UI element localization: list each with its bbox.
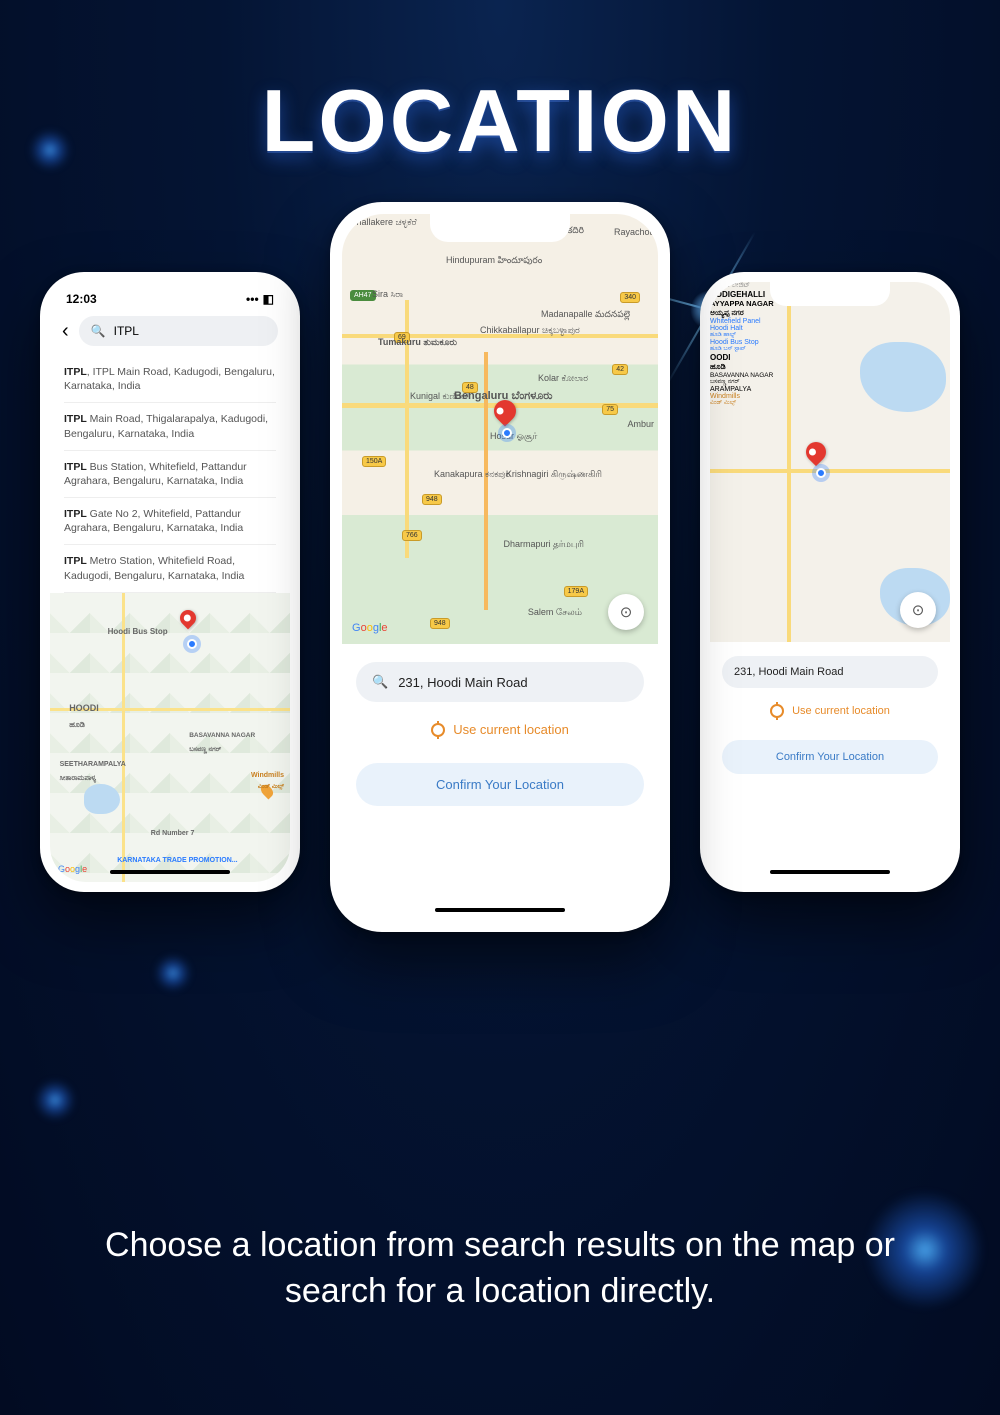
search-value: ITPL [114,324,139,338]
map-city-label: Ambur [627,420,654,430]
route-badge: 948 [430,618,450,629]
map-label: BASAVANNA NAGAR [189,732,255,739]
location-panel: 🔍 231, Hoodi Main Road Use current locat… [342,644,658,920]
search-result-item[interactable]: ITPL, ITPL Main Road, Kadugodi, Bengalur… [64,356,276,403]
search-result-item[interactable]: ITPL Metro Station, Whitefield Road, Kad… [64,545,276,592]
location-value: 231, Hoodi Main Road [734,666,843,678]
map-preview[interactable]: Hoodi Bus Stop HOODI ಹೂಡಿ SEETHARAMPALYA… [50,593,290,882]
crosshair-icon [431,723,445,737]
status-time: 12:03 [66,292,97,306]
map-city-label: Sira ಸಿರಾ [372,290,403,300]
crosshair-icon [770,704,784,718]
map-city-label: Hindupuram హిందూపురం [446,256,542,266]
map-label: KARNATAKA TRADE PROMOTION... [117,857,237,864]
phone-showcase: 12:03 •••◧ ‹ 🔍 ITPL ITPL, ITPL Main Road… [0,202,1000,982]
route-badge: 340 [620,292,640,303]
map-label: ಹೂಡಿ ಹಾಲ್ಟ್ [710,332,950,339]
google-attribution: Google [352,622,388,634]
map-city-label: Madanapalle మదనపల్లె [541,310,630,320]
map-label: ಬಸವಣ್ಣ ನಗರ್ [189,746,221,754]
map-city-label: Hosur ஓசூர் [490,432,537,442]
search-result-item[interactable]: ITPL Gate No 2, Whitefield, Pattandur Ag… [64,498,276,545]
map-city-label: Krishnagiri கிருஷ்ணகிரி [506,470,602,480]
map-city-label: Dharmapuri தர்மபுரி [504,540,585,550]
confirm-location-button[interactable]: Confirm Your Location [722,740,938,774]
location-input[interactable]: 231, Hoodi Main Road [722,656,938,688]
location-panel: 231, Hoodi Main Road Use current locatio… [710,642,950,882]
search-results-list: ITPL, ITPL Main Road, Kadugodi, Bengalur… [50,356,290,593]
map-city-label: Tumakuru ತುಮಕೂರು [378,338,457,348]
search-input[interactable]: 🔍 ITPL [79,316,278,346]
route-badge: 75 [602,404,618,415]
map-label: Rd Number 7 [151,830,195,837]
map-city-label: Kolar ಕೋಲಾರ [538,374,588,384]
map-city-label: Rayachoti [614,228,654,238]
location-value: 231, Hoodi Main Road [398,675,527,690]
map-label: HOODI [69,703,99,713]
confirm-location-button[interactable]: Confirm Your Location [356,763,644,806]
phone-left: 12:03 •••◧ ‹ 🔍 ITPL ITPL, ITPL Main Road… [40,272,300,892]
search-icon: 🔍 [91,324,106,338]
map-label: ಅಯ್ಯಪ್ಪ ನಗರ [710,308,950,318]
search-result-item[interactable]: ITPL Bus Station, Whitefield, Pattandur … [64,451,276,498]
locate-me-button[interactable]: ⊙ [608,594,644,630]
page-subtitle: Choose a location from search results on… [0,1223,1000,1315]
location-input[interactable]: 🔍 231, Hoodi Main Road [356,662,644,702]
status-indicators: •••◧ [242,292,274,306]
use-current-label: Use current location [453,722,569,737]
use-current-label: Use current location [792,705,890,717]
map-city-label: Salem சேலம் [528,608,582,618]
map-label: Whitefield Panel [710,318,950,325]
map-city-label: Kanakapura ಕನಕಪುರ [434,470,510,480]
search-icon: 🔍 [372,674,388,690]
use-current-location-button[interactable]: Use current location [722,698,938,724]
map-label: SEETHARAMPALYA [60,761,126,768]
route-badge: 42 [612,364,628,375]
map-label: ಹೂಡಿ [69,720,85,730]
back-icon[interactable]: ‹ [62,320,69,343]
page-title: LOCATION [0,0,1000,172]
map-label: ಸೀತಾರಾಮಪಾಳ್ಯ [60,775,96,783]
route-badge: 948 [422,494,442,505]
use-current-location-button[interactable]: Use current location [356,716,644,743]
route-badge: 150A [362,456,386,467]
map-city-label: Challakere ಚಳ್ಳಕೆರೆ [350,218,417,228]
route-badge: 766 [402,530,422,541]
map-label: ವಿಂಡ್ ಮಿಲ್ಸ್ [258,784,284,791]
map-label: Hoodi Halt [710,325,950,332]
map-label: Hoodi Bus Stop [108,627,168,636]
phone-right: ಅನುಗ್ರಹ ಲೇಔಟ್ KODIGEHALLI AYYAPPA NAGAR … [700,272,960,892]
locate-me-button[interactable]: ⊙ [900,592,936,628]
search-result-item[interactable]: ITPL Main Road, Thigalarapalya, Kadugodi… [64,403,276,450]
phone-center: AH47 69 48 948 150A 766 75 42 340 179A 9… [330,202,670,932]
map-city-label: Chikkaballapur ಚಿಕ್ಕಬಳ್ಳಾಪುರ [480,326,580,336]
map-view[interactable]: AH47 69 48 948 150A 766 75 42 340 179A 9… [342,214,658,644]
map-label: Windmills [251,772,284,779]
map-view[interactable]: ಅನುಗ್ರಹ ಲೇಔಟ್ KODIGEHALLI AYYAPPA NAGAR … [710,282,950,642]
google-attribution: Google [58,864,87,874]
route-badge: 179A [564,586,588,597]
